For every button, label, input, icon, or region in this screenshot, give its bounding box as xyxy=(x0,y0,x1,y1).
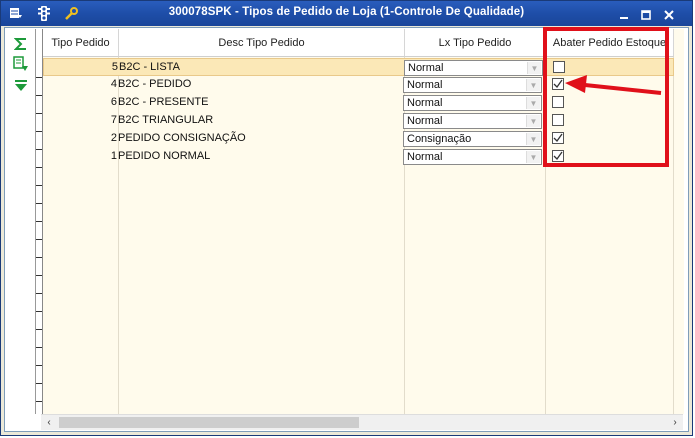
lx-tipo-select[interactable]: Consignação ▼ xyxy=(403,131,542,147)
chevron-down-icon[interactable]: ▼ xyxy=(526,97,540,109)
maximize-icon[interactable] xyxy=(639,9,653,21)
close-icon[interactable] xyxy=(662,9,676,21)
column-header-desc[interactable]: Desc Tipo Pedido xyxy=(119,29,405,57)
cell-desc: B2C TRIANGULAR xyxy=(118,114,214,126)
app-window: 300078SPK - Tipos de Pedido de Loja (1-C… xyxy=(0,0,693,436)
column-header-lx[interactable]: Lx Tipo Pedido xyxy=(405,29,546,57)
minimize-icon[interactable] xyxy=(617,9,631,21)
cell-tipo: 6 xyxy=(110,96,117,108)
lx-tipo-value: Normal xyxy=(407,115,443,127)
cell-tipo: 2 xyxy=(110,132,117,144)
scroll-left-icon[interactable]: ‹ xyxy=(41,415,57,430)
cell-desc: B2C - PEDIDO xyxy=(118,78,192,90)
chevron-down-icon[interactable]: ▼ xyxy=(526,133,540,145)
window-title: 300078SPK - Tipos de Pedido de Loja (1-C… xyxy=(168,6,525,18)
lx-tipo-select[interactable]: Normal ▼ xyxy=(403,77,542,93)
cell-desc: B2C - LISTA xyxy=(119,61,180,73)
column-header-tipo[interactable]: Tipo Pedido xyxy=(43,29,119,57)
lx-tipo-select[interactable]: Normal ▼ xyxy=(403,95,542,111)
arrow-annotation-icon xyxy=(565,75,662,95)
lx-tipo-value: Normal xyxy=(407,151,443,163)
chevron-down-icon[interactable]: ▼ xyxy=(527,62,541,74)
filter-down-icon[interactable] xyxy=(13,78,29,94)
cell-desc: B2C - PRESENTE xyxy=(118,96,209,108)
cell-tipo: 7 xyxy=(110,114,117,126)
lx-tipo-select[interactable]: Normal ▼ xyxy=(403,149,542,165)
chevron-down-icon[interactable]: ▼ xyxy=(526,151,540,163)
cell-desc: PEDIDO NORMAL xyxy=(118,150,211,162)
cell-tipo: 4 xyxy=(110,78,117,90)
chevron-down-icon[interactable]: ▼ xyxy=(526,115,540,127)
row-indicator-column xyxy=(36,29,43,414)
scroll-thumb[interactable] xyxy=(59,417,359,428)
horizontal-scrollbar[interactable]: ‹ › xyxy=(41,414,683,430)
lx-tipo-value: Normal xyxy=(407,97,443,109)
scroll-right-icon[interactable]: › xyxy=(667,415,683,430)
cell-tipo: 1 xyxy=(110,150,117,162)
lx-tipo-select[interactable]: Normal ▼ xyxy=(403,113,542,129)
sigma-icon[interactable] xyxy=(13,36,29,52)
cell-desc: PEDIDO CONSIGNAÇÃO xyxy=(118,132,246,144)
lx-tipo-select[interactable]: Normal ▼ xyxy=(404,60,543,76)
chevron-down-icon[interactable]: ▼ xyxy=(526,79,540,91)
side-toolbar xyxy=(5,28,34,431)
cell-tipo: 5 xyxy=(111,61,118,73)
lx-tipo-value: Normal xyxy=(407,79,443,91)
lx-tipo-value: Normal xyxy=(408,62,444,74)
export-icon[interactable] xyxy=(13,56,29,72)
title-bar: 300078SPK - Tipos de Pedido de Loja (1-C… xyxy=(1,1,692,26)
lx-tipo-value: Consignação xyxy=(407,133,472,145)
